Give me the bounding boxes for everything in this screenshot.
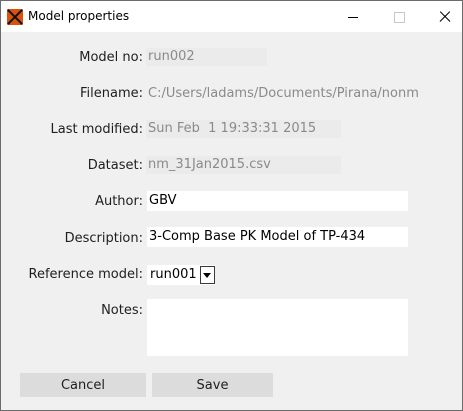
notes-textarea[interactable]: [147, 299, 408, 356]
author-input[interactable]: GBV: [147, 191, 408, 211]
reference-model-label: Reference model:: [28, 267, 143, 282]
notes-label: Notes:: [101, 303, 143, 318]
window-title: Model properties: [28, 9, 130, 23]
save-button[interactable]: Save: [152, 373, 273, 397]
dataset-label: Dataset:: [87, 158, 143, 173]
minimize-icon: [348, 16, 358, 18]
last-modified-label: Last modified:: [50, 122, 143, 137]
filename-value: C:/Users/ladams/Documents/Pirana/nonm: [148, 86, 419, 101]
close-button[interactable]: [422, 2, 463, 32]
dataset-text: nm_31Jan2015.csv: [148, 157, 271, 172]
description-label: Description:: [64, 231, 143, 246]
dropdown-arrow-button[interactable]: [199, 266, 215, 284]
close-icon: [439, 11, 451, 23]
last-modified-value: Sun Feb 1 19:33:31 2015: [146, 120, 341, 138]
reference-model-select[interactable]: run001: [147, 265, 215, 285]
model-no-text: run002: [148, 49, 195, 64]
pirana-app-icon: [7, 9, 23, 25]
chevron-down-icon: [203, 272, 212, 278]
filename-label: Filename:: [79, 86, 143, 101]
model-no-value: run002: [146, 48, 267, 66]
author-label: Author:: [95, 194, 143, 209]
last-modified-text: Sun Feb 1 19:33:31 2015: [148, 121, 317, 136]
title-bar[interactable]: Model properties: [1, 1, 462, 32]
maximize-icon: [393, 11, 405, 23]
maximize-button: [376, 2, 422, 32]
cancel-button[interactable]: Cancel: [20, 373, 146, 397]
model-no-label: Model no:: [79, 50, 143, 65]
minimize-button[interactable]: [330, 2, 376, 32]
dataset-value: nm_31Jan2015.csv: [146, 156, 341, 174]
description-input[interactable]: 3-Comp Base PK Model of TP-434: [147, 227, 408, 247]
model-properties-window: Model properties Model no: run002 Filena…: [0, 0, 463, 411]
reference-model-value: run001: [150, 267, 197, 282]
